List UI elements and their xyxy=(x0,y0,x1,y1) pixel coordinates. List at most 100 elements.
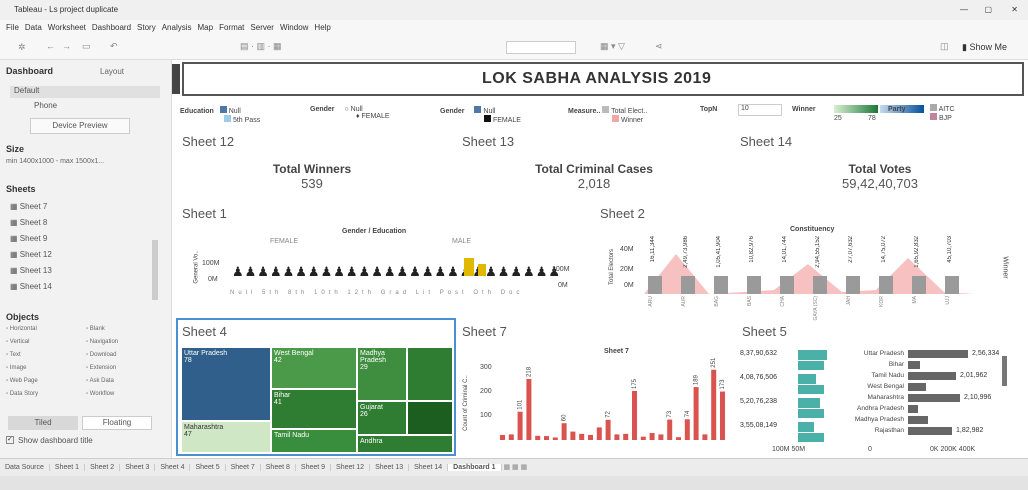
sheet7-bar[interactable] xyxy=(667,419,673,440)
object-item[interactable]: ▫ Vertical xyxy=(6,339,29,345)
gender-filter-2[interactable]: Gender Null FEMALE xyxy=(440,106,521,124)
sheet7-bar[interactable] xyxy=(517,411,523,440)
object-item[interactable]: ▫ Text xyxy=(6,352,21,358)
sheet7-bar[interactable] xyxy=(561,423,567,440)
object-item[interactable]: ▫ Download xyxy=(86,352,116,358)
sheet7-bar[interactable] xyxy=(720,391,725,440)
tab-sheet-13[interactable]: Sheet 13 xyxy=(370,464,410,471)
sheet7-bar[interactable] xyxy=(693,387,699,440)
menu-item-file[interactable]: File xyxy=(6,23,19,32)
sheet7-bar[interactable] xyxy=(676,437,681,440)
sheet-list-item[interactable]: ▦ Sheet 13 xyxy=(10,266,52,275)
tab-sheet-2[interactable]: Sheet 2 xyxy=(85,464,121,471)
sheet5-scrollbar[interactable] xyxy=(1002,356,1007,386)
sheet7-bar[interactable] xyxy=(596,427,602,440)
object-item[interactable]: ▫ Image xyxy=(6,365,26,371)
object-item[interactable]: ▫ Ask Data xyxy=(86,378,114,384)
sheet-list-item[interactable]: ▦ Sheet 9 xyxy=(10,234,47,243)
new-sheet-icon[interactable]: ▦ ▦ ▦ xyxy=(502,464,527,471)
treemap-cell[interactable] xyxy=(408,402,452,434)
gender-filter-1[interactable]: Gender ○ Null ♦ FEMALE xyxy=(310,106,390,120)
maximize-icon[interactable]: ▢ xyxy=(984,0,992,20)
device-phone[interactable]: Phone xyxy=(34,101,57,110)
object-item[interactable]: ▫ Workflow xyxy=(86,391,114,397)
education-filter[interactable]: Education Null 5th Pass xyxy=(180,106,260,124)
save-icon[interactable]: ▭ xyxy=(82,41,91,52)
presentation-icon[interactable]: ◫ xyxy=(940,41,949,52)
sheet-list-item[interactable]: ▦ Sheet 7 xyxy=(10,202,47,211)
minimize-icon[interactable]: — xyxy=(960,0,968,20)
menu-item-help[interactable]: Help xyxy=(314,23,330,32)
sheet7-chart[interactable]: 101 218 60 72 175 73 74 189 251 173 xyxy=(496,356,732,456)
floating-button[interactable]: Floating xyxy=(82,416,152,430)
sheet7-bar[interactable] xyxy=(588,434,593,440)
party-legend[interactable]: AITC BJP xyxy=(930,104,955,122)
sheet7-bar[interactable] xyxy=(605,419,611,440)
object-item[interactable]: ▫ Horizontal xyxy=(6,326,37,332)
object-item[interactable]: ▫ Navigation xyxy=(86,339,118,345)
tab-sheet-12[interactable]: Sheet 12 xyxy=(331,464,371,471)
kpi-total-criminal-cases[interactable]: Total Criminal Cases 2,018 xyxy=(514,162,674,191)
sheet7-bar[interactable] xyxy=(579,433,585,440)
object-item[interactable]: ▫ Data Story xyxy=(6,391,38,397)
sheet7-bar[interactable] xyxy=(658,434,664,440)
back-icon[interactable]: ← xyxy=(46,41,55,51)
sheet1-chart[interactable]: Gender / Education FEMALE MALE General V… xyxy=(182,224,560,310)
tab-sheet-14[interactable]: Sheet 14 xyxy=(409,464,449,471)
grip-handle[interactable] xyxy=(172,64,180,94)
sheet5-right-bars[interactable]: Uttar Pradesh Bihar Tamil Nadu West Bengal M… xyxy=(832,348,1002,444)
forward-icon[interactable]: → xyxy=(62,41,71,51)
menu-item-analysis[interactable]: Analysis xyxy=(162,23,192,32)
menu-item-worksheet[interactable]: Worksheet xyxy=(48,23,86,32)
tab-dashboard[interactable]: Dashboard xyxy=(6,66,53,76)
menu-item-server[interactable]: Server xyxy=(250,23,274,32)
device-default[interactable]: Default xyxy=(10,86,160,98)
treemap-cell[interactable]: West Bengal 42 xyxy=(272,348,356,388)
object-item[interactable]: ▫ Extension xyxy=(86,365,116,371)
treemap-cell[interactable]: Andhra xyxy=(358,436,452,452)
share-icon[interactable]: ⋖ xyxy=(655,41,663,52)
treemap-cell[interactable]: Madhya Pradesh 29 xyxy=(358,348,406,400)
device-icon[interactable]: ▦ ▾ ▽ xyxy=(600,41,625,52)
sheet7-bar[interactable] xyxy=(684,419,690,440)
measure-filter[interactable]: Measure.. Total Elect.. Winner xyxy=(568,106,647,124)
kpi-total-votes[interactable]: Total Votes 59,42,40,703 xyxy=(800,162,960,191)
show-me-button[interactable]: ▮ Show Me xyxy=(962,42,1007,53)
tab-sheet-4[interactable]: Sheet 4 xyxy=(155,464,191,471)
undo-icon[interactable]: ↶ xyxy=(110,41,118,52)
sheet7-bar[interactable] xyxy=(526,378,532,440)
sheet7-bar[interactable] xyxy=(649,433,655,440)
sheet-list-item[interactable]: ▦ Sheet 12 xyxy=(10,250,52,259)
treemap-cell[interactable] xyxy=(408,348,452,400)
device-preview-button[interactable]: Device Preview xyxy=(30,118,130,134)
menu-item-story[interactable]: Story xyxy=(137,23,156,32)
menu-item-format[interactable]: Format xyxy=(219,23,244,32)
sheet7-bar[interactable] xyxy=(500,434,505,440)
close-icon[interactable]: ✕ xyxy=(1011,0,1018,20)
sheet7-bar[interactable] xyxy=(614,434,620,440)
sheet7-bar[interactable] xyxy=(535,435,541,440)
show-title-checkbox[interactable]: ✓ xyxy=(6,436,14,444)
tab-sheet-1[interactable]: Sheet 1 xyxy=(49,464,86,471)
sheet7-bar[interactable] xyxy=(570,431,576,440)
sheet-list-item[interactable]: ▦ Sheet 14 xyxy=(10,282,52,291)
sheet7-bar[interactable] xyxy=(711,369,717,440)
treemap-cell[interactable]: Tamil Nadu xyxy=(272,430,356,452)
tableau-logo-icon[interactable]: ✲ xyxy=(18,42,26,53)
object-item[interactable]: ▫ Blank xyxy=(86,326,105,332)
object-item[interactable]: ▫ Web Page xyxy=(6,378,38,384)
sheet5-left-bars[interactable]: 8,37,90,632 4,08,76,506 5,20,76,238 3,55,08… xyxy=(740,348,830,444)
chart-toolbar-icons[interactable]: ▤ · ▥ · ▦ xyxy=(240,41,282,52)
size-dropdown[interactable]: min 1400x1000 - max 1500x1... xyxy=(6,158,104,165)
sheet-list-item[interactable]: ▦ Sheet 8 xyxy=(10,218,47,227)
tab-layout[interactable]: Layout xyxy=(100,67,124,76)
treemap-cell[interactable]: Bihar 41 xyxy=(272,390,356,428)
sheet7-bar[interactable] xyxy=(632,391,637,440)
menu-item-data[interactable]: Data xyxy=(25,23,42,32)
treemap-cell[interactable]: Gujarat 26 xyxy=(358,402,406,434)
tab-sheet-3[interactable]: Sheet 3 xyxy=(120,464,156,471)
sheets-scrollbar[interactable] xyxy=(152,240,158,300)
sheet7-bar[interactable] xyxy=(702,434,708,440)
menu-item-dashboard[interactable]: Dashboard xyxy=(92,23,131,32)
sheet7-bar[interactable] xyxy=(544,436,549,440)
